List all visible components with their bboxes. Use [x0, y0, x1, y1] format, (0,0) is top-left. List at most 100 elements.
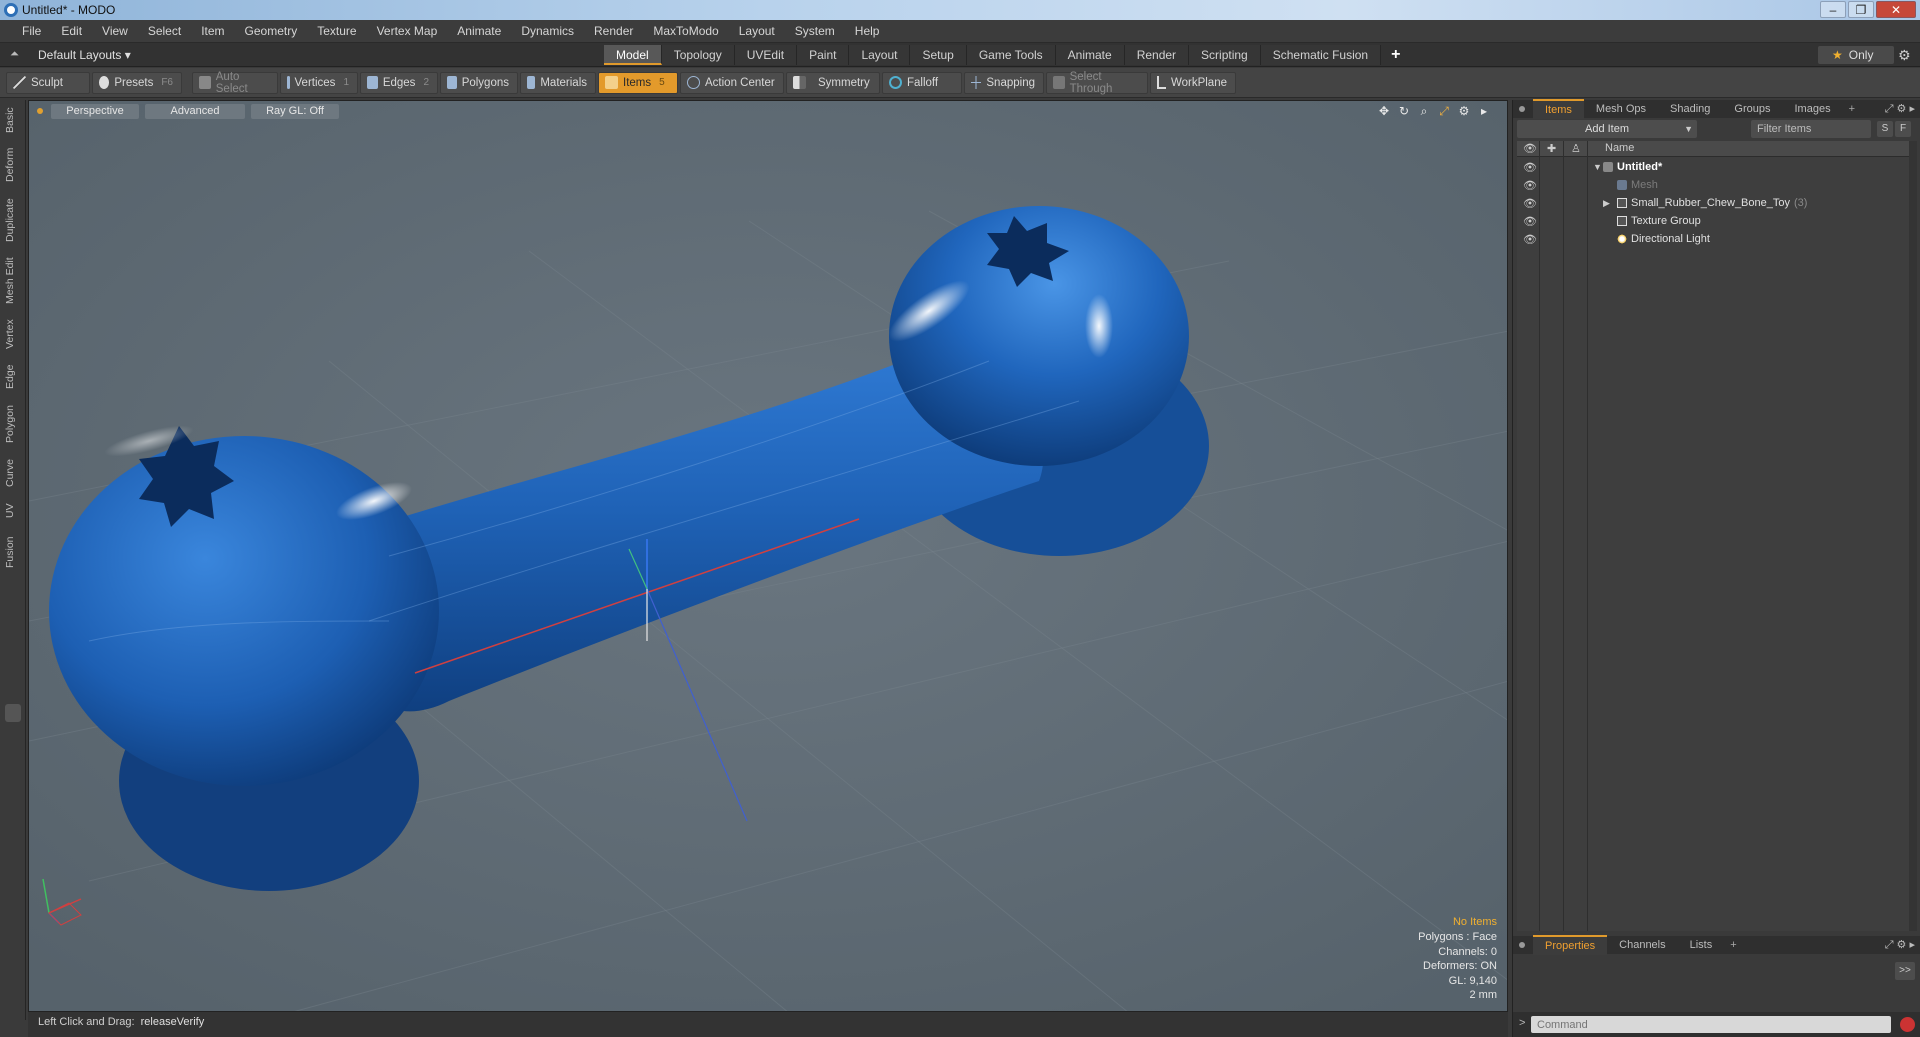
add-item-button[interactable]: Add Item ▼: [1517, 120, 1697, 138]
tree-row[interactable]: 👁 ▼ Untitled*: [1517, 158, 1909, 176]
tab-uvedit[interactable]: UVEdit: [734, 45, 798, 65]
vtab-basic[interactable]: Basic: [4, 106, 22, 134]
tab-layout[interactable]: Layout: [849, 45, 911, 65]
eye-icon[interactable]: 👁: [1523, 231, 1537, 249]
name-column-header[interactable]: Name: [1605, 142, 1634, 154]
expand-properties-button[interactable]: >>: [1895, 962, 1915, 980]
tab-images[interactable]: Images: [1783, 100, 1843, 118]
symmetry-button[interactable]: Symmetry: [786, 71, 880, 94]
panel-options-icon[interactable]: ⤢ ⚙ ▸: [1885, 936, 1915, 954]
tab-lists[interactable]: Lists: [1678, 936, 1725, 954]
expand-arrow-icon[interactable]: ▶: [1603, 194, 1610, 212]
presets-button[interactable]: Presets F6: [92, 71, 182, 94]
panel-menu-icon[interactable]: [1519, 106, 1525, 112]
record-macro-icon[interactable]: [1900, 1017, 1915, 1032]
layout-collapse-icon[interactable]: ⏶: [10, 49, 20, 60]
falloff-button[interactable]: Falloff: [882, 71, 962, 94]
rotate-icon[interactable]: ↻: [1397, 104, 1411, 119]
restore-button[interactable]: ❐: [1848, 1, 1874, 18]
menu-dynamics[interactable]: Dynamics: [511, 24, 584, 38]
close-button[interactable]: ✕: [1876, 1, 1916, 18]
menu-animate[interactable]: Animate: [447, 24, 511, 38]
tab-items[interactable]: Items: [1533, 99, 1584, 119]
s-button[interactable]: S: [1877, 121, 1893, 137]
menu-maxtomodo[interactable]: MaxToModo: [643, 24, 728, 38]
menu-select[interactable]: Select: [138, 24, 191, 38]
vertices-button[interactable]: Vertices 1: [280, 71, 358, 94]
tab-scripting[interactable]: Scripting: [1189, 45, 1261, 65]
tree-row[interactable]: 👁 Texture Group: [1517, 212, 1909, 230]
collapse-arrow-icon[interactable]: ▼: [1593, 158, 1602, 176]
tab-shading[interactable]: Shading: [1658, 100, 1722, 118]
menu-item[interactable]: Item: [191, 24, 234, 38]
tree-scrollbar[interactable]: [1909, 141, 1917, 931]
eye-icon[interactable]: 👁: [1523, 213, 1537, 231]
filter-items-input[interactable]: Filter Items: [1751, 120, 1871, 138]
raygl-toggle[interactable]: Ray GL: Off: [251, 103, 339, 119]
menu-texture[interactable]: Texture: [307, 24, 366, 38]
only-button[interactable]: ★ Only: [1818, 46, 1894, 64]
tree-row[interactable]: 👁 ▶ Small_Rubber_Chew_Bone_Toy (3): [1517, 194, 1909, 212]
tab-game-tools[interactable]: Game Tools: [966, 45, 1056, 65]
tool-strip-toggle[interactable]: [5, 704, 21, 722]
tab-setup[interactable]: Setup: [910, 45, 967, 65]
tab-topology[interactable]: Topology: [661, 45, 735, 65]
menu-geometry[interactable]: Geometry: [235, 24, 308, 38]
menu-view[interactable]: View: [92, 24, 138, 38]
menu-layout[interactable]: Layout: [729, 24, 785, 38]
tab-properties[interactable]: Properties: [1533, 935, 1608, 955]
menu-edit[interactable]: Edit: [51, 24, 92, 38]
vtab-edge[interactable]: Edge: [4, 362, 22, 392]
tree-row[interactable]: 👁 Mesh: [1517, 176, 1909, 194]
select-through-button[interactable]: Select Through: [1046, 71, 1148, 95]
add-panel-tab-button[interactable]: +: [1724, 936, 1742, 954]
vtab-mesh-edit[interactable]: Mesh Edit: [4, 256, 22, 306]
tab-channels[interactable]: Channels: [1607, 936, 1677, 954]
eye-icon[interactable]: 👁: [1523, 195, 1537, 213]
3d-viewport[interactable]: Perspective Advanced Ray GL: Off ✥ ↻ ⌕ ⤢…: [28, 100, 1508, 1012]
eye-icon[interactable]: 👁: [1523, 177, 1537, 195]
view-mode-select[interactable]: Perspective: [51, 103, 139, 119]
tab-schematic-fusion[interactable]: Schematic Fusion: [1260, 45, 1382, 65]
minimize-button[interactable]: –: [1820, 1, 1846, 18]
sculpt-button[interactable]: Sculpt: [6, 71, 90, 94]
vtab-deform[interactable]: Deform: [4, 146, 22, 184]
vtab-uv[interactable]: UV: [4, 500, 22, 522]
materials-button[interactable]: Materials: [520, 71, 596, 94]
tab-model[interactable]: Model: [604, 45, 662, 65]
tab-mesh-ops[interactable]: Mesh Ops: [1584, 100, 1658, 118]
tab-groups[interactable]: Groups: [1722, 100, 1782, 118]
panel-options-icon[interactable]: ⤢ ⚙ ▸: [1885, 100, 1915, 118]
viewport-menu-icon[interactable]: [37, 108, 43, 114]
menu-help[interactable]: Help: [845, 24, 890, 38]
shading-select[interactable]: Advanced: [145, 103, 245, 119]
f-button[interactable]: F: [1895, 121, 1911, 137]
expand-arrow-icon[interactable]: ▸: [1477, 104, 1491, 119]
add-panel-tab-button[interactable]: +: [1843, 100, 1861, 118]
auto-select-button[interactable]: Auto Select: [192, 71, 278, 95]
layout-select[interactable]: Default Layouts ▾: [38, 48, 131, 62]
zoom-icon[interactable]: ⌕: [1417, 104, 1431, 119]
menu-render[interactable]: Render: [584, 24, 643, 38]
command-input[interactable]: [1531, 1016, 1891, 1033]
vtab-duplicate[interactable]: Duplicate: [4, 196, 22, 244]
action-center-button[interactable]: Action Center: [680, 71, 784, 94]
gear-icon[interactable]: ⚙: [1898, 47, 1911, 64]
vtab-vertex[interactable]: Vertex: [4, 316, 22, 352]
workplane-button[interactable]: WorkPlane: [1150, 71, 1236, 94]
vtab-polygon[interactable]: Polygon: [4, 402, 22, 446]
pan-icon[interactable]: ✥: [1377, 104, 1391, 119]
vtab-fusion[interactable]: Fusion: [4, 532, 22, 572]
tree-row[interactable]: 👁 Directional Light: [1517, 230, 1909, 248]
tab-animate[interactable]: Animate: [1055, 45, 1125, 65]
eye-icon[interactable]: 👁: [1523, 159, 1537, 177]
panel-menu-icon[interactable]: [1519, 942, 1525, 948]
fit-icon[interactable]: ⤢: [1437, 104, 1451, 119]
snapping-button[interactable]: Snapping: [964, 71, 1044, 94]
menu-file[interactable]: File: [12, 24, 51, 38]
menu-system[interactable]: System: [785, 24, 845, 38]
edges-button[interactable]: Edges 2: [360, 71, 438, 94]
menu-vertex-map[interactable]: Vertex Map: [367, 24, 448, 38]
items-button[interactable]: Items 5: [598, 71, 678, 94]
tab-paint[interactable]: Paint: [797, 45, 850, 65]
